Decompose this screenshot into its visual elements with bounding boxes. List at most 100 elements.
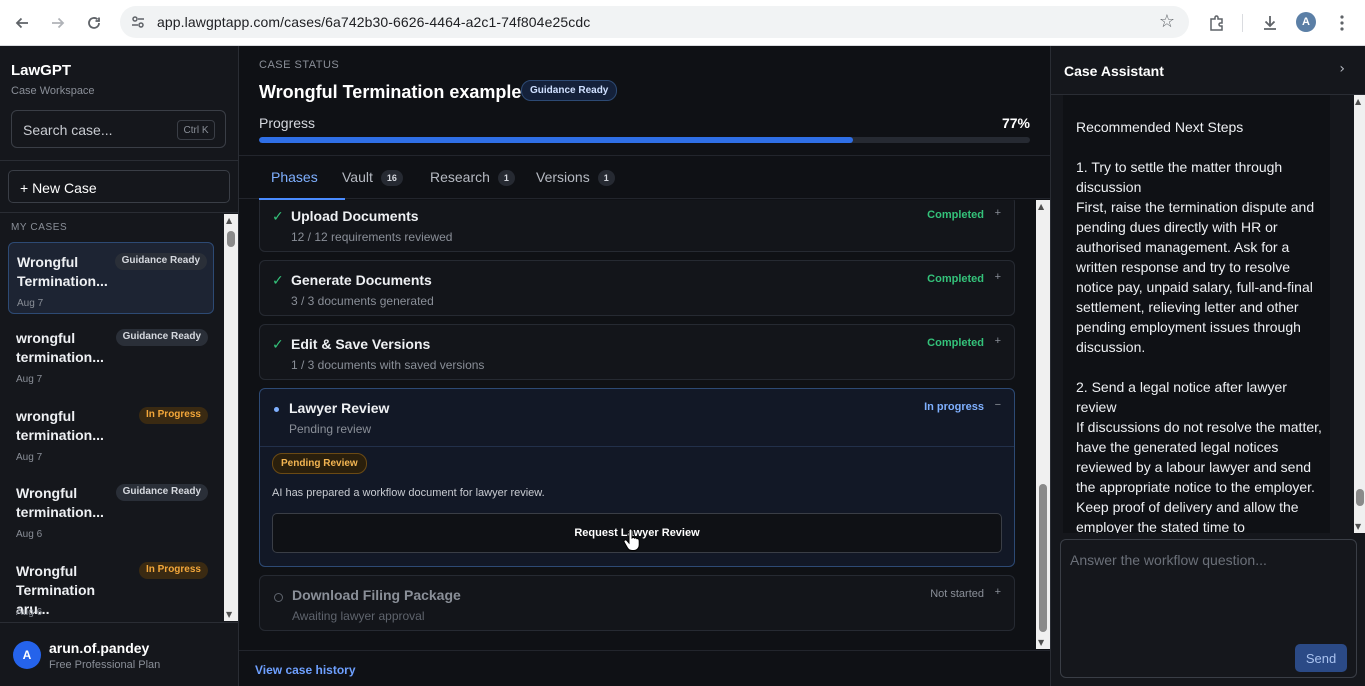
scroll-down-icon[interactable]: ▼ [1355,522,1361,531]
phase-subtitle: Pending review [289,422,372,436]
tab-label: Research [430,169,490,185]
phase-card-download[interactable]: Download Filing Package Awaiting lawyer … [259,575,1015,631]
user-name: arun.of.pandey [49,640,150,656]
address-bar[interactable]: app.lawgptapp.com/cases/6a742b30-6626-44… [120,6,1189,38]
url-text[interactable]: app.lawgptapp.com/cases/6a742b30-6626-44… [157,14,590,30]
extensions-icon[interactable] [1203,9,1231,37]
status-badge: Guidance Ready [114,253,207,270]
tab-research[interactable]: Research 1 [430,156,515,200]
sidebar: LawGPT Case Workspace Search case... Ctr… [0,46,239,686]
my-cases-heading: MY CASES [11,222,68,233]
tab-count-badge: 1 [497,170,515,186]
case-search-input[interactable]: Search case... Ctrl K [11,110,226,148]
case-assistant-panel: Case Assistant › Recommended Next Steps … [1050,46,1365,686]
chevron-right-icon[interactable]: › [1339,61,1345,77]
scroll-up-icon[interactable]: ▲ [1355,97,1361,106]
phase-card-generate[interactable]: ✓ Generate Documents 3 / 3 documents gen… [259,260,1015,316]
forward-icon[interactable] [44,9,72,37]
search-placeholder: Search case... [23,122,113,138]
tab-vault[interactable]: Vault 16 [342,156,403,200]
assistant-message: Recommended Next Steps 1. Try to settle … [1063,95,1330,533]
phase-status: Completed [927,273,984,285]
status-badge: Guidance Ready [521,80,618,101]
case-list-item[interactable]: wrongful termination... In Progress Aug … [8,397,214,469]
check-icon: ✓ [272,273,284,289]
pending-review-badge: Pending Review [272,453,367,474]
workflow-answer-input[interactable]: Answer the workflow question... Send [1060,539,1357,678]
tab-label: Versions [536,169,590,185]
input-placeholder: Answer the workflow question... [1070,552,1267,568]
case-title: Wrongful termination... [16,485,104,520]
pending-circle-icon [274,593,283,602]
tab-count-badge: 16 [380,170,403,186]
toolbar-divider [1242,14,1243,32]
case-date: Aug 6 [16,607,43,618]
phase-status: Completed [927,209,984,221]
download-icon[interactable] [1256,9,1284,37]
tab-count-badge: 1 [597,170,615,186]
status-badge: Guidance Ready [115,329,208,346]
expand-icon[interactable]: + [995,335,1001,347]
phase-divider [260,446,1014,447]
case-list-item[interactable]: Wrongful Termination... Guidance Ready A… [8,242,214,314]
view-case-history-link[interactable]: View case history [255,663,356,677]
assistant-scrollbar[interactable]: ▲ ▼ [1354,95,1365,533]
case-list-item[interactable]: Wrongful termination... Guidance Ready A… [8,474,214,546]
assistant-message-text: Recommended Next Steps 1. Try to settle … [1076,119,1322,533]
expand-icon[interactable]: + [995,586,1001,598]
avatar: A [13,641,41,669]
expand-icon[interactable]: + [995,271,1001,283]
profile-avatar[interactable]: A [1296,12,1316,32]
bookmark-star-icon[interactable]: ☆ [1159,11,1175,32]
case-date: Aug 7 [16,452,43,463]
phase-card-edit[interactable]: ✓ Edit & Save Versions 1 / 3 documents w… [259,324,1015,380]
scroll-up-icon[interactable]: ▲ [226,216,232,225]
brand-name: LawGPT [11,62,72,79]
case-date: Aug 7 [17,298,44,309]
new-case-button[interactable]: + New Case [8,170,230,203]
tab-versions[interactable]: Versions 1 [536,156,615,200]
scrollbar-thumb[interactable] [227,231,235,247]
tab-phases[interactable]: Phases [259,156,345,200]
scroll-down-icon[interactable]: ▼ [226,610,232,619]
phase-subtitle: 3 / 3 documents generated [291,294,434,308]
phase-title: Upload Documents [291,208,419,224]
phase-title: Lawyer Review [289,400,390,416]
sidebar-divider [0,160,239,161]
site-settings-icon[interactable] [128,12,148,32]
phase-status: In progress [924,401,984,413]
expand-icon[interactable]: + [995,207,1001,219]
progress-bar [259,137,1030,143]
case-list: Wrongful Termination... Guidance Ready A… [0,238,239,620]
scroll-up-icon[interactable]: ▲ [1038,202,1044,211]
case-list-item[interactable]: Wrongful Termination aru... In Progress … [8,552,214,620]
case-date: Aug 6 [16,529,43,540]
collapse-icon[interactable]: − [995,399,1001,411]
progress-bar-fill [259,137,853,143]
hand-cursor-icon [623,528,640,551]
case-list-item[interactable]: wrongful termination... Guidance Ready A… [8,319,214,391]
user-plan: Free Professional Plan [49,659,161,671]
scrollbar-thumb[interactable] [1356,489,1364,506]
assistant-title: Case Assistant [1064,63,1164,79]
send-button[interactable]: Send [1295,644,1347,672]
phase-title: Edit & Save Versions [291,336,431,352]
scroll-down-icon[interactable]: ▼ [1038,638,1044,647]
user-profile[interactable]: A arun.of.pandey Free Professional Plan [0,622,239,686]
case-date: Aug 7 [16,374,43,385]
reload-icon[interactable] [80,9,108,37]
phase-status: Completed [927,337,984,349]
phase-card-upload[interactable]: ✓ Upload Documents 12 / 12 requirements … [259,200,1015,252]
scrollbar-thumb[interactable] [1039,484,1047,632]
back-icon[interactable] [8,9,36,37]
tab-label: Vault [342,169,373,185]
case-list-scrollbar[interactable]: ▲ ▼ [224,214,238,621]
ai-note: AI has prepared a workflow document for … [272,487,545,499]
main-content: CASE STATUS Wrongful Termination example… [239,46,1050,686]
history-footer: View case history [239,650,1050,686]
menu-kebab-icon[interactable] [1328,9,1356,37]
brand-subtitle: Case Workspace [11,85,95,97]
phase-list-scrollbar[interactable]: ▲ ▼ [1036,200,1050,649]
phase-title: Download Filing Package [292,587,461,603]
phase-subtitle: Awaiting lawyer approval [292,609,425,623]
